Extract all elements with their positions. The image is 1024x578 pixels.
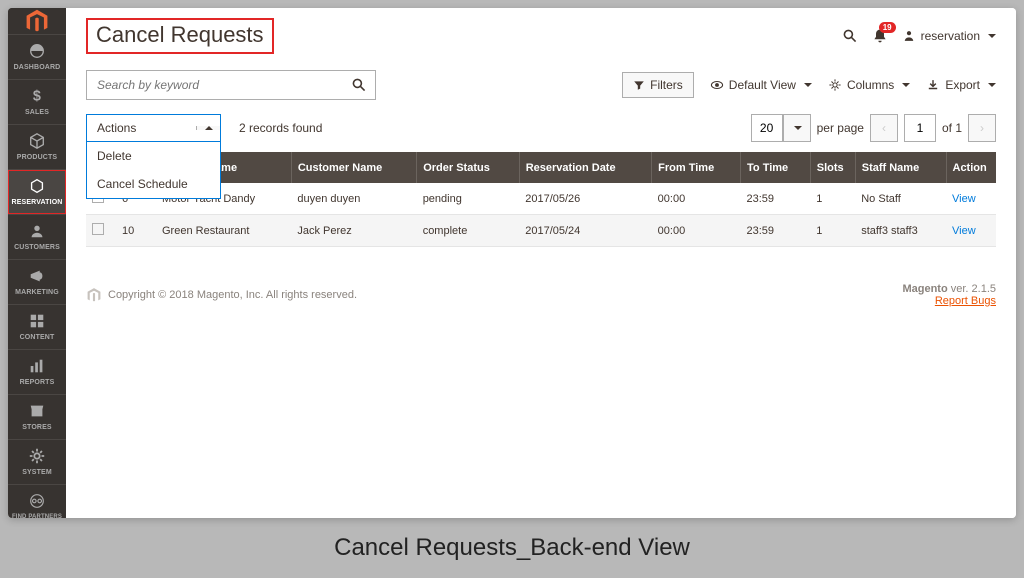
row-checkbox[interactable] [92, 223, 104, 235]
search-button[interactable] [842, 28, 858, 44]
user-menu[interactable]: reservation [902, 29, 996, 43]
sidebar-item-marketing[interactable]: MARKETING [8, 259, 66, 304]
magento-logo[interactable] [8, 8, 66, 34]
sidebar-item-reports[interactable]: REPORTS [8, 349, 66, 394]
view-link[interactable]: View [952, 193, 976, 205]
page-size-toggle[interactable] [783, 114, 811, 142]
actions-menu: Delete Cancel Schedule [86, 142, 221, 199]
megaphone-icon [28, 267, 46, 285]
view-link[interactable]: View [952, 225, 976, 237]
chevron-down-icon [804, 83, 812, 87]
person-icon [28, 222, 46, 240]
sidebar-item-stores[interactable]: STORES [8, 394, 66, 439]
sidebar-item-products[interactable]: PRODUCTS [8, 124, 66, 169]
action-cancel-schedule[interactable]: Cancel Schedule [87, 170, 220, 198]
bars-icon [28, 357, 46, 375]
table-row[interactable]: 6 Motor Yacht Dandy duyen duyen pending … [86, 183, 996, 215]
notifications-button[interactable]: 19 [872, 28, 888, 44]
sidebar-item-sales[interactable]: $SALES [8, 79, 66, 124]
filters-button[interactable]: Filters [622, 72, 694, 98]
next-page[interactable]: › [968, 114, 996, 142]
data-table: ID Product Name Customer Name Order Stat… [86, 152, 996, 247]
chevron-down-icon [902, 83, 910, 87]
pager: per page ‹ of 1 › [751, 114, 996, 142]
search-input-wrap [86, 70, 376, 100]
page-input[interactable] [904, 114, 936, 142]
sidebar-item-content[interactable]: CONTENT [8, 304, 66, 349]
dashboard-icon [28, 42, 46, 60]
sidebar-item-dashboard[interactable]: DASHBOARD [8, 34, 66, 79]
sidebar: DASHBOARD $SALES PRODUCTS RESERVATION CU… [8, 8, 66, 518]
sidebar-item-reservation[interactable]: RESERVATION [8, 169, 66, 214]
caption: Cancel Requests_Back-end View [0, 534, 1024, 562]
default-view-button[interactable]: Default View [710, 78, 812, 92]
main-content: Cancel Requests 19 reservation Filters D… [66, 8, 1016, 518]
footer: Copyright © 2018 Magento, Inc. All right… [86, 283, 996, 307]
partners-icon [28, 492, 46, 510]
cube-icon [28, 132, 46, 150]
action-delete[interactable]: Delete [87, 142, 220, 170]
export-button[interactable]: Export [926, 78, 996, 92]
prev-page[interactable]: ‹ [870, 114, 898, 142]
table-row[interactable]: 10 Green Restaurant Jack Perez complete … [86, 215, 996, 247]
storefront-icon [28, 402, 46, 420]
search-input[interactable] [87, 78, 343, 92]
records-found: 2 records found [239, 121, 322, 135]
chevron-down-icon [988, 34, 996, 38]
page-title: Cancel Requests [86, 18, 274, 54]
hexagon-icon [28, 177, 46, 195]
notif-badge: 19 [879, 22, 896, 33]
dollar-icon: $ [28, 87, 46, 105]
chevron-up-icon[interactable] [196, 126, 220, 130]
svg-text:$: $ [33, 89, 41, 105]
chevron-down-icon [988, 83, 996, 87]
actions-dropdown[interactable]: Actions Delete Cancel Schedule [86, 114, 221, 142]
columns-button[interactable]: Columns [828, 78, 910, 92]
sidebar-item-partners[interactable]: FIND PARTNERS & EXTENSIONS [8, 484, 66, 518]
blocks-icon [28, 312, 46, 330]
gear-icon [28, 447, 46, 465]
copyright-text: Copyright © 2018 Magento, Inc. All right… [108, 289, 357, 301]
search-submit[interactable] [343, 77, 375, 93]
page-size-input[interactable] [751, 114, 783, 142]
sidebar-item-customers[interactable]: CUSTOMERS [8, 214, 66, 259]
report-bugs-link[interactable]: Report Bugs [902, 295, 996, 307]
chevron-down-icon [794, 126, 802, 130]
sidebar-item-system[interactable]: SYSTEM [8, 439, 66, 484]
